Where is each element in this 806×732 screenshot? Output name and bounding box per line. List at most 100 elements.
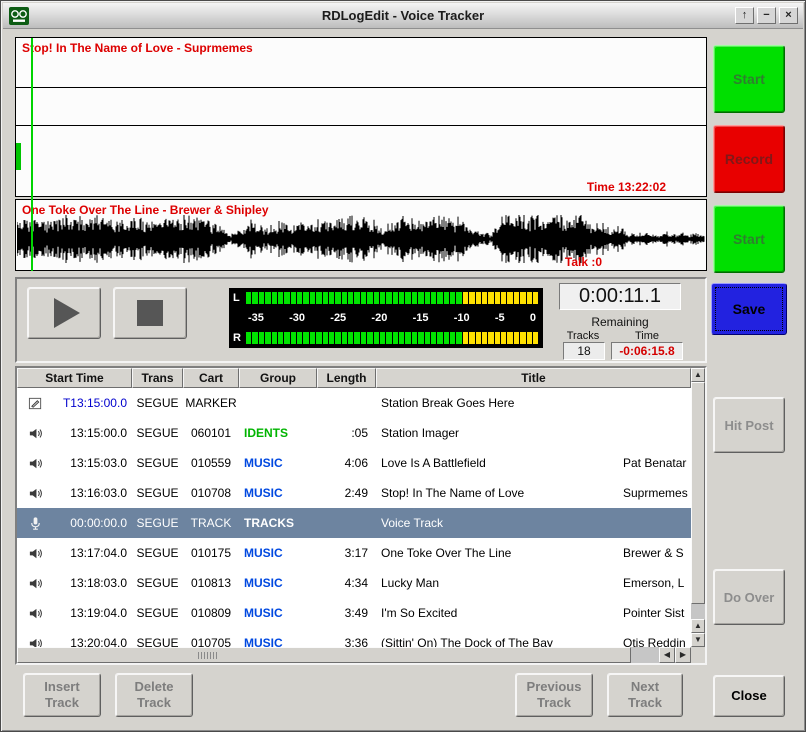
- voice-tracker-window: RDLogEdit - Voice Tracker ↑ − × Stop! In…: [0, 0, 806, 732]
- meter-segment: [335, 332, 340, 344]
- table-row[interactable]: 13:20:04.0SEGUE010705MUSIC3:36(Sittin' O…: [17, 628, 691, 647]
- table-body: T13:15:00.0SEGUEMARKERStation Break Goes…: [17, 388, 691, 647]
- column-header-title[interactable]: Title: [376, 368, 691, 388]
- table-row[interactable]: 13:15:03.0SEGUE010559MUSIC4:06Love Is A …: [17, 448, 691, 478]
- cell-title: Voice Track: [376, 508, 621, 538]
- start-track1-button[interactable]: Start: [713, 45, 785, 113]
- meter-segment: [456, 332, 461, 344]
- meter-segment: [329, 332, 334, 344]
- table-row[interactable]: 13:15:00.0SEGUE060101IDENTS:05Station Im…: [17, 418, 691, 448]
- window-title: RDLogEdit - Voice Tracker: [3, 8, 803, 23]
- table-row[interactable]: 00:00:00.0SEGUETRACKTRACKSVoice Track: [17, 508, 691, 538]
- meter-segment: [335, 292, 340, 304]
- scroll-left-icon[interactable]: ◀: [659, 647, 675, 663]
- meter-segment: [437, 332, 442, 344]
- meter-segment: [342, 292, 347, 304]
- close-button[interactable]: Close: [713, 675, 785, 717]
- column-header-start-time[interactable]: Start Time: [17, 368, 132, 388]
- insert-track-button[interactable]: Insert Track: [23, 673, 101, 717]
- cell-group: MUSIC: [239, 538, 317, 568]
- cell-length: [317, 388, 376, 418]
- close-window-icon[interactable]: ×: [779, 7, 798, 24]
- next-track-button[interactable]: Next Track: [607, 673, 683, 717]
- meter-segment: [272, 292, 277, 304]
- record-button[interactable]: Record: [713, 125, 785, 193]
- delete-track-button[interactable]: Delete Track: [115, 673, 193, 717]
- vertical-scrollbar[interactable]: ▲ ▲ ▼: [691, 368, 705, 647]
- cell-cart: TRACK: [183, 508, 239, 538]
- table-row[interactable]: 13:16:03.0SEGUE010708MUSIC2:49Stop! In T…: [17, 478, 691, 508]
- column-header-group[interactable]: Group: [239, 368, 317, 388]
- do-over-button[interactable]: Do Over: [713, 569, 785, 625]
- start-track2-button[interactable]: Start: [713, 205, 785, 273]
- meter-segment: [501, 332, 506, 344]
- meter-segment: [284, 292, 289, 304]
- meter-segment: [367, 332, 372, 344]
- meter-segment: [386, 332, 391, 344]
- table-row[interactable]: 13:19:04.0SEGUE010809MUSIC3:49I'm So Exc…: [17, 598, 691, 628]
- titlebar[interactable]: RDLogEdit - Voice Tracker ↑ − ×: [3, 3, 803, 29]
- meter-scale-label: -5: [495, 312, 505, 324]
- minimize-window-icon[interactable]: −: [757, 7, 776, 24]
- meter-right-label: R: [233, 332, 246, 344]
- meter-segment: [495, 332, 500, 344]
- scroll-right-icon[interactable]: ▶: [675, 647, 691, 663]
- track1-waveform-panel[interactable]: Stop! In The Name of Love - Suprmemes Ti…: [15, 37, 707, 197]
- meter-segment: [450, 332, 455, 344]
- stop-button[interactable]: [113, 287, 187, 339]
- track1-title: Stop! In The Name of Love - Suprmemes: [22, 41, 253, 55]
- cell-group: MUSIC: [239, 628, 317, 647]
- meter-segment: [507, 292, 512, 304]
- previous-track-button[interactable]: Previous Track: [515, 673, 593, 717]
- playhead-cursor[interactable]: [31, 38, 33, 271]
- table-row[interactable]: T13:15:00.0SEGUEMARKERStation Break Goes…: [17, 388, 691, 418]
- cell-trans: SEGUE: [132, 568, 183, 598]
- meter-segment: [527, 292, 532, 304]
- column-header-length[interactable]: Length: [317, 368, 376, 388]
- meter-right-bar: [246, 332, 538, 344]
- scroll-up-icon[interactable]: ▲: [691, 368, 705, 382]
- meter-segment: [265, 332, 270, 344]
- speaker-icon: [17, 478, 53, 508]
- meter-segment: [482, 332, 487, 344]
- tracks-remaining-value: 18: [563, 342, 605, 360]
- meter-segment: [246, 292, 251, 304]
- vertical-scrollbar-thumb[interactable]: [691, 382, 705, 604]
- meter-segment: [303, 332, 308, 344]
- meter-segment: [520, 292, 525, 304]
- save-button[interactable]: Save: [711, 283, 787, 335]
- play-button[interactable]: [27, 287, 101, 339]
- cell-cart: 010175: [183, 538, 239, 568]
- cell-title: Stop! In The Name of Love: [376, 478, 621, 508]
- horizontal-scrollbar[interactable]: ◀ ▶: [17, 647, 691, 663]
- horizontal-scrollbar-thumb[interactable]: [17, 647, 631, 663]
- record-start-marker: [16, 143, 21, 170]
- table-row[interactable]: 13:18:03.0SEGUE010813MUSIC4:34Lucky ManE…: [17, 568, 691, 598]
- column-header-trans[interactable]: Trans: [132, 368, 183, 388]
- meter-segment: [456, 292, 461, 304]
- meter-segment: [354, 292, 359, 304]
- meter-segment: [412, 332, 417, 344]
- meter-segment: [323, 332, 328, 344]
- meter-scale: -35-30-25-20-15-10-50: [246, 311, 538, 325]
- shade-window-icon[interactable]: ↑: [735, 7, 754, 24]
- cell-cart: 060101: [183, 418, 239, 448]
- meter-segment: [278, 292, 283, 304]
- hit-post-button[interactable]: Hit Post: [713, 397, 785, 453]
- meter-segment: [329, 292, 334, 304]
- column-header-cart[interactable]: Cart: [183, 368, 239, 388]
- meter-segment: [291, 332, 296, 344]
- track2-waveform-panel[interactable]: One Toke Over The Line - Brewer & Shiple…: [15, 199, 707, 271]
- mic-icon: [17, 508, 53, 538]
- marker-icon: [17, 388, 53, 418]
- table-row[interactable]: 13:17:04.0SEGUE010175MUSIC3:17One Toke O…: [17, 538, 691, 568]
- cell-artist: Suprmemes: [621, 478, 691, 508]
- meter-segment: [380, 292, 385, 304]
- scroll-up-icon[interactable]: ▲: [691, 619, 705, 633]
- speaker-icon: [17, 598, 53, 628]
- meter-segment: [469, 292, 474, 304]
- meter-segment: [297, 332, 302, 344]
- scroll-down-icon[interactable]: ▼: [691, 633, 705, 647]
- cell-length: 4:06: [317, 448, 376, 478]
- meter-segment: [246, 332, 251, 344]
